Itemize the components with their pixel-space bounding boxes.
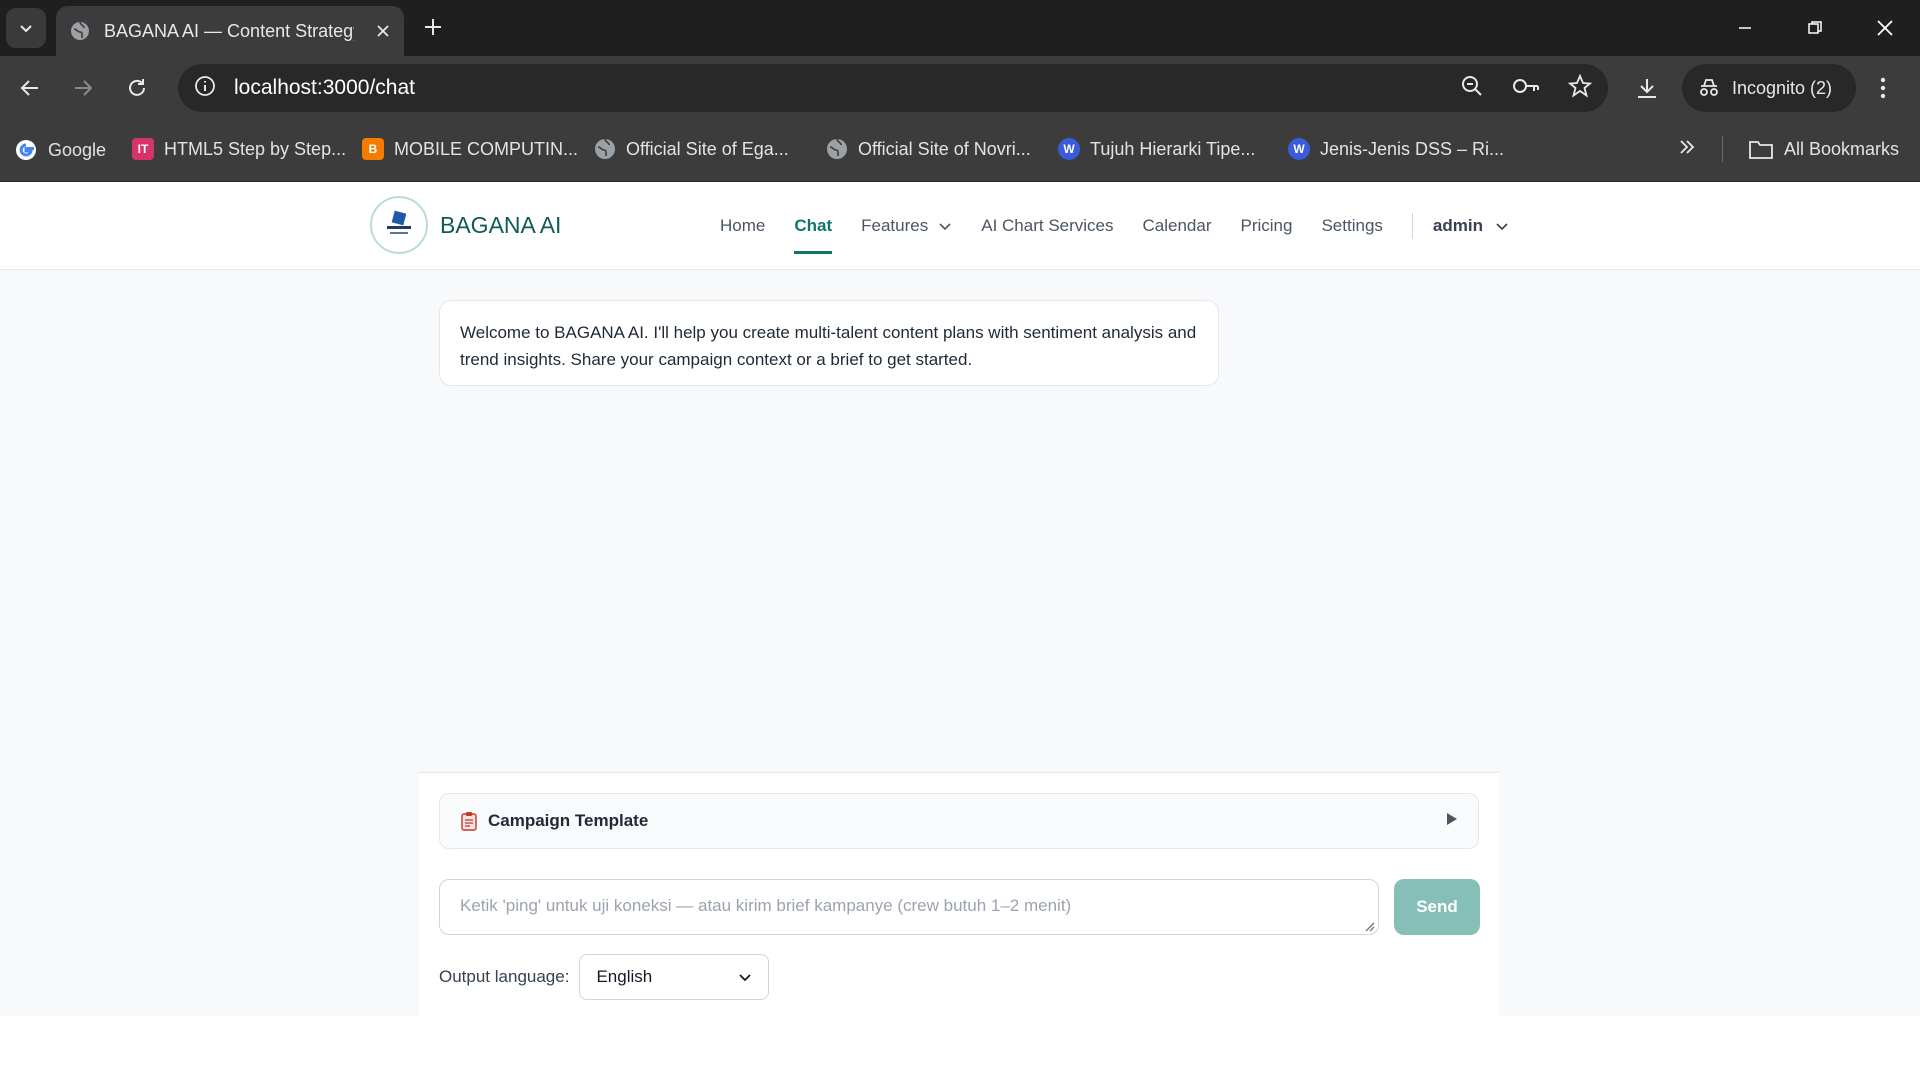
tab-close-icon[interactable] bbox=[376, 24, 390, 38]
bookmarks-divider bbox=[1722, 136, 1723, 162]
bookmark-item[interactable]: W Jenis-Jenis DSS – Ri... bbox=[1288, 138, 1504, 160]
bookmark-item[interactable]: IT HTML5 Step by Step... bbox=[132, 138, 346, 160]
more-bookmarks-icon[interactable] bbox=[1678, 138, 1696, 156]
clipboard-icon bbox=[461, 812, 477, 831]
chevron-down-icon bbox=[1496, 223, 1508, 231]
nav-home[interactable]: Home bbox=[720, 182, 765, 270]
assistant-message: Welcome to BAGANA AI. I'll help you crea… bbox=[439, 300, 1219, 386]
incognito-label: Incognito (2) bbox=[1732, 77, 1833, 98]
nav-pricing[interactable]: Pricing bbox=[1241, 182, 1293, 270]
forward-icon[interactable] bbox=[71, 76, 95, 105]
browser-menu-icon[interactable] bbox=[1880, 76, 1886, 105]
page-background bbox=[1499, 772, 1920, 1016]
send-button[interactable]: Send bbox=[1394, 879, 1480, 935]
globe-icon bbox=[71, 21, 89, 40]
logo-icon bbox=[370, 196, 428, 254]
bookmark-label: Google bbox=[48, 139, 107, 160]
incognito-icon bbox=[1700, 79, 1718, 96]
bookmark-item[interactable]: Official Site of Ega... bbox=[594, 138, 789, 160]
browser-window: BAGANA AI — Content Strategy localhost:3… bbox=[0, 0, 1920, 1080]
tab-search-button[interactable] bbox=[6, 8, 46, 48]
bookmarks-bar: Google IT HTML5 Step by Step... B MOBILE… bbox=[0, 120, 1920, 182]
bookmark-label: Official Site of Ega... bbox=[626, 138, 789, 159]
back-icon[interactable] bbox=[18, 76, 42, 105]
chevron-down-icon bbox=[20, 25, 32, 33]
bookmark-label: Jenis-Jenis DSS – Ri... bbox=[1320, 138, 1505, 159]
output-language-label: Output language: bbox=[439, 967, 570, 986]
incognito-button[interactable]: Incognito (2) bbox=[1682, 64, 1856, 112]
browser-toolbar: localhost:3000/chat Incognito (2) bbox=[0, 56, 1920, 120]
close-window-icon[interactable] bbox=[1850, 0, 1920, 56]
minimize-icon[interactable] bbox=[1710, 0, 1780, 56]
app-navbar: BAGANA AI Home Chat Features AI Chart Se… bbox=[0, 182, 1920, 270]
user-menu[interactable]: admin bbox=[1433, 216, 1509, 236]
globe-icon bbox=[827, 138, 847, 159]
window-controls bbox=[1710, 0, 1920, 56]
bookmark-label: HTML5 Step by Step... bbox=[164, 138, 347, 159]
google-icon bbox=[16, 140, 36, 160]
main-nav: Home Chat Features AI Chart Services Cal… bbox=[720, 182, 1509, 270]
folder-icon bbox=[1749, 141, 1773, 159]
message-input[interactable] bbox=[439, 879, 1379, 935]
output-language-select[interactable]: English bbox=[579, 954, 770, 1000]
url-host: localhost bbox=[234, 76, 317, 99]
chevron-down-icon bbox=[939, 223, 951, 231]
bookmark-item[interactable]: Official Site of Novri... bbox=[826, 138, 1031, 160]
brand-logo-link[interactable]: BAGANA AI bbox=[370, 196, 561, 254]
output-language-value: English bbox=[596, 967, 653, 986]
nav-ai-chart-services[interactable]: AI Chart Services bbox=[981, 182, 1113, 270]
nav-features-label: Features bbox=[861, 216, 929, 235]
bookmark-item[interactable]: Google bbox=[14, 138, 106, 162]
all-bookmarks-label: All Bookmarks bbox=[1784, 138, 1900, 159]
address-bar[interactable]: localhost:3000/chat bbox=[178, 64, 1608, 112]
wordpress-icon: W bbox=[1288, 138, 1310, 160]
reload-icon[interactable] bbox=[125, 76, 149, 105]
campaign-template-label: Campaign Template bbox=[488, 811, 649, 830]
wordpress-icon: W bbox=[1058, 138, 1080, 160]
bookmark-label: Tujuh Hierarki Tipe... bbox=[1090, 138, 1256, 159]
it-icon: IT bbox=[132, 138, 154, 160]
chevron-down-icon bbox=[739, 974, 752, 982]
password-key-icon[interactable] bbox=[1512, 74, 1540, 103]
tab-strip: BAGANA AI — Content Strategy bbox=[0, 0, 1920, 56]
globe-icon bbox=[595, 138, 615, 159]
browser-tab[interactable]: BAGANA AI — Content Strategy bbox=[56, 6, 404, 56]
nav-features[interactable]: Features bbox=[861, 182, 952, 270]
chat-composer: Campaign Template Send Output language: … bbox=[419, 772, 1499, 1016]
nav-chat[interactable]: Chat bbox=[794, 182, 832, 270]
campaign-template-toggle[interactable]: Campaign Template bbox=[439, 793, 1479, 849]
bookmark-item[interactable]: W Tujuh Hierarki Tipe... bbox=[1058, 138, 1255, 160]
nav-divider bbox=[1411, 213, 1413, 239]
chat-messages-area: Welcome to BAGANA AI. I'll help you crea… bbox=[0, 270, 1920, 772]
bookmark-item[interactable]: B MOBILE COMPUTIN... bbox=[362, 138, 578, 160]
resize-handle-icon[interactable] bbox=[1363, 919, 1375, 937]
nav-calendar[interactable]: Calendar bbox=[1143, 182, 1212, 270]
all-bookmarks-button[interactable]: All Bookmarks bbox=[1748, 138, 1899, 160]
download-icon[interactable] bbox=[1634, 76, 1660, 107]
url-path: :3000/chat bbox=[316, 76, 415, 99]
brand-name: BAGANA AI bbox=[440, 211, 562, 238]
restore-icon[interactable] bbox=[1780, 0, 1850, 56]
output-language-row: Output language: English bbox=[439, 954, 770, 1000]
tab-title: BAGANA AI — Content Strategy bbox=[104, 20, 354, 41]
zoom-icon[interactable] bbox=[1460, 74, 1484, 103]
expand-triangle-icon bbox=[1446, 812, 1458, 831]
nav-settings[interactable]: Settings bbox=[1321, 182, 1382, 270]
new-tab-icon[interactable] bbox=[420, 14, 446, 45]
web-page: BAGANA AI Home Chat Features AI Chart Se… bbox=[0, 182, 1920, 1080]
blogger-icon: B bbox=[362, 138, 384, 160]
bookmark-label: MOBILE COMPUTIN... bbox=[394, 138, 579, 159]
user-name: admin bbox=[1432, 216, 1483, 235]
bookmark-star-icon[interactable] bbox=[1567, 73, 1593, 103]
url-text: localhost:3000/chat bbox=[234, 76, 415, 100]
site-info-icon[interactable] bbox=[194, 75, 216, 102]
page-background bbox=[0, 772, 419, 1016]
bookmark-label: Official Site of Novri... bbox=[858, 138, 1031, 159]
